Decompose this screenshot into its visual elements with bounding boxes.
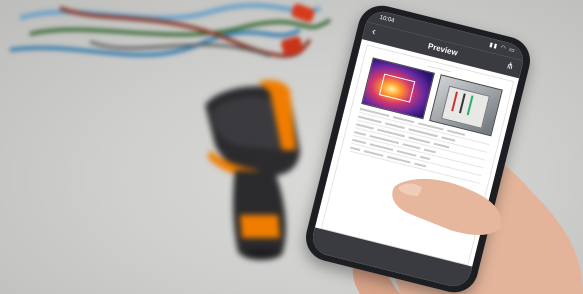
photo-scene: 10:04 ▮▮ ◠ ▭ ‹ Preview ⋔ ———————— [0, 0, 583, 294]
thumb [392, 178, 502, 235]
